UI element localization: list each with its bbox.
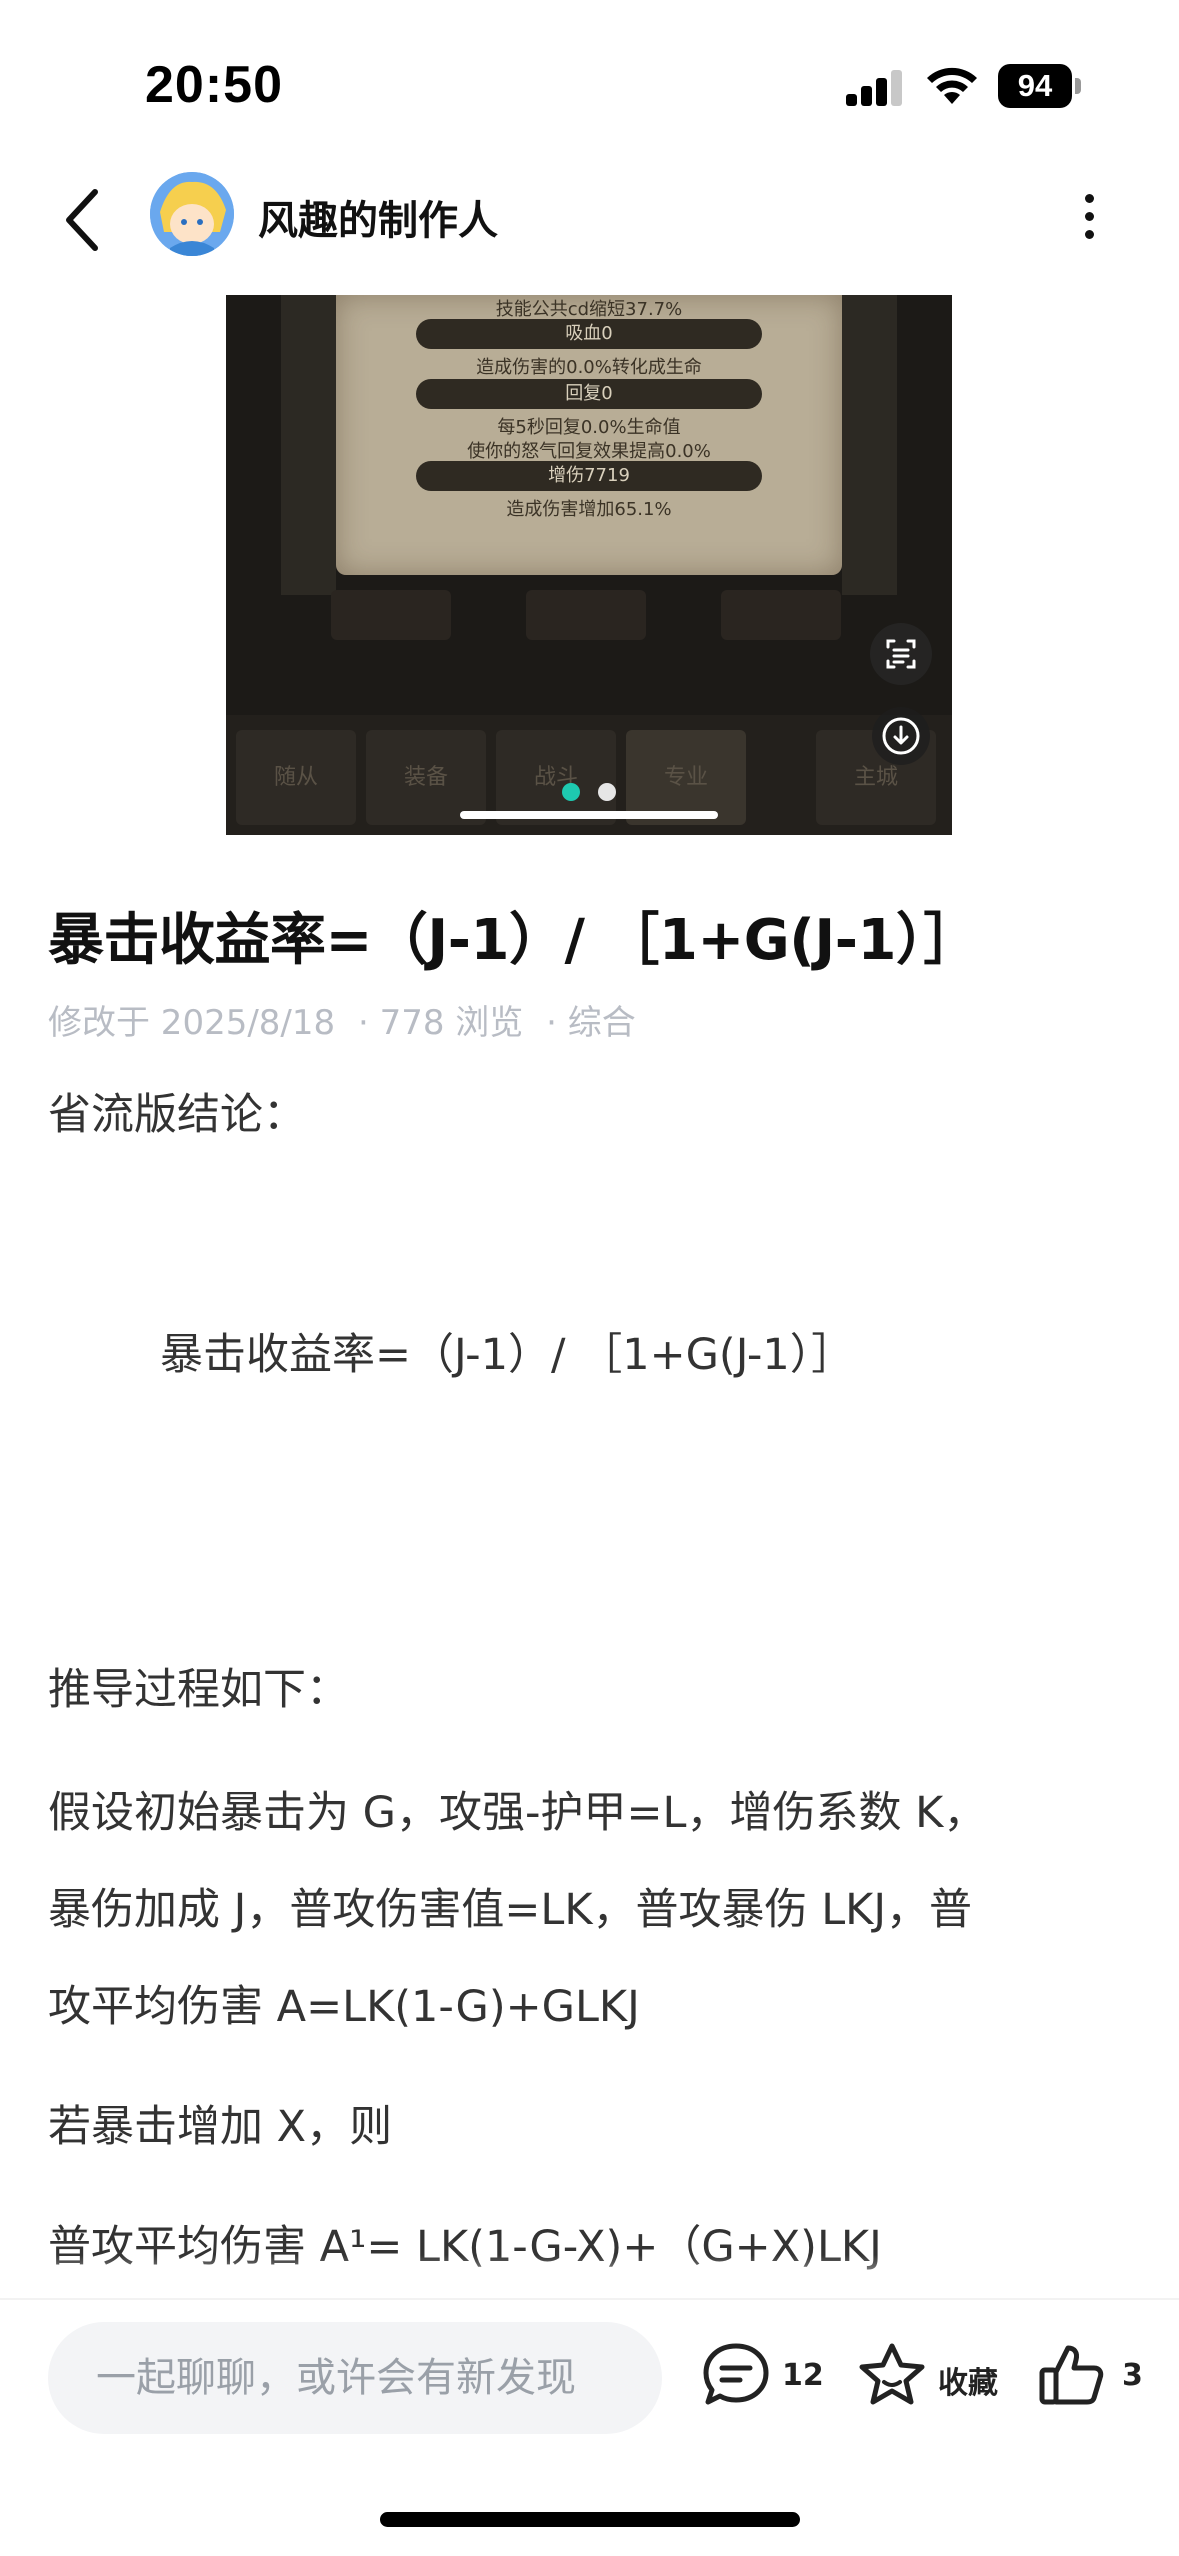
status-time: 20:50 [145,56,283,114]
back-icon[interactable] [55,180,115,260]
paragraph: 假设初始暴击为 G，攻强-护甲=L，增伤系数 K， [48,1788,987,1838]
game-button [721,590,841,640]
article-title: 暴击收益率=（J-1）/ ［1+G(J-1）］ [48,908,979,973]
view-count: · 778 浏览 [357,1003,524,1043]
stat-line: 造成伤害的0.0%转化成生命 [476,357,702,378]
favorite-label: 收藏 [938,2366,998,2401]
comment-button[interactable]: 12 [700,2330,830,2420]
stat-line: 每5秒回复0.0%生命值 [497,417,681,438]
comment-count: 12 [782,2358,824,2393]
author-avatar[interactable] [150,172,234,256]
stat-pill: 回复0 [416,379,762,409]
battery-icon: 94 [998,64,1082,108]
favorite-button[interactable]: 收藏 [856,2330,1006,2420]
like-button[interactable]: 3 [1036,2330,1166,2420]
carousel-dot-active[interactable] [562,783,580,801]
game-button [526,590,646,640]
game-button [331,590,451,640]
battery-level: 94 [998,64,1072,108]
post-header: 风趣的制作人 [0,150,1179,295]
image-carousel[interactable]: 技能公共cd缩短37.7% 吸血0 造成伤害的0.0%转化成生命 回复0 每5秒… [0,295,1179,835]
stat-line: 造成伤害增加65.1% [506,499,672,520]
article-meta: 修改于 2025/8/18 · 778 浏览 · 综合 [48,995,648,1044]
content-fade [0,2255,1179,2300]
stat-line: 技能公共cd缩短37.7% [495,299,683,320]
paragraph: 攻平均伤害 A=LK(1-G)+GLKJ [48,1982,640,2032]
thumbs-up-icon [1039,2345,1104,2405]
game-screenshot[interactable]: 技能公共cd缩短37.7% 吸血0 造成伤害的0.0%转化成生命 回复0 每5秒… [226,295,952,835]
carousel-dot[interactable] [598,783,616,801]
paragraph: 若暴击增加 X，则 [48,2102,393,2152]
stat-line: 使你的怒气回复效果提高0.0% [467,441,711,462]
modified-date: 修改于 2025/8/18 [48,1003,336,1043]
paragraph: 推导过程如下： [48,1665,349,1715]
paragraph: 暴伤加成 J，普攻伤害值=LK，普攻暴伤 LKJ，普 [48,1885,973,1935]
like-count: 3 [1122,2358,1143,2393]
paragraph: 省流版结论： [48,1090,306,1140]
cellular-signal-icon [846,68,904,106]
author-name[interactable]: 风趣的制作人 [258,188,498,246]
comment-icon [703,2343,769,2405]
stats-panel: 技能公共cd缩短37.7% 吸血0 造成伤害的0.0%转化成生命 回复0 每5秒… [336,295,842,575]
more-options-icon[interactable] [1080,186,1100,246]
wifi-icon [927,67,977,104]
category-tag[interactable]: · 综合 [546,1003,636,1043]
comment-input[interactable] [48,2322,662,2434]
status-bar: 20:50 94 [0,0,1179,150]
star-icon [859,2343,925,2405]
home-indicator [380,2512,800,2527]
formula-text: 暴击收益率=（J-1）/ ［1+G(J-1）］ [160,1330,855,1380]
download-icon[interactable] [872,707,930,765]
game-tab: 随从 [236,730,356,825]
carousel-scroll-indicator [460,811,718,819]
text-scan-icon[interactable] [870,623,932,685]
stat-pill: 增伤7719 [416,461,762,491]
stat-pill: 吸血0 [416,319,762,349]
